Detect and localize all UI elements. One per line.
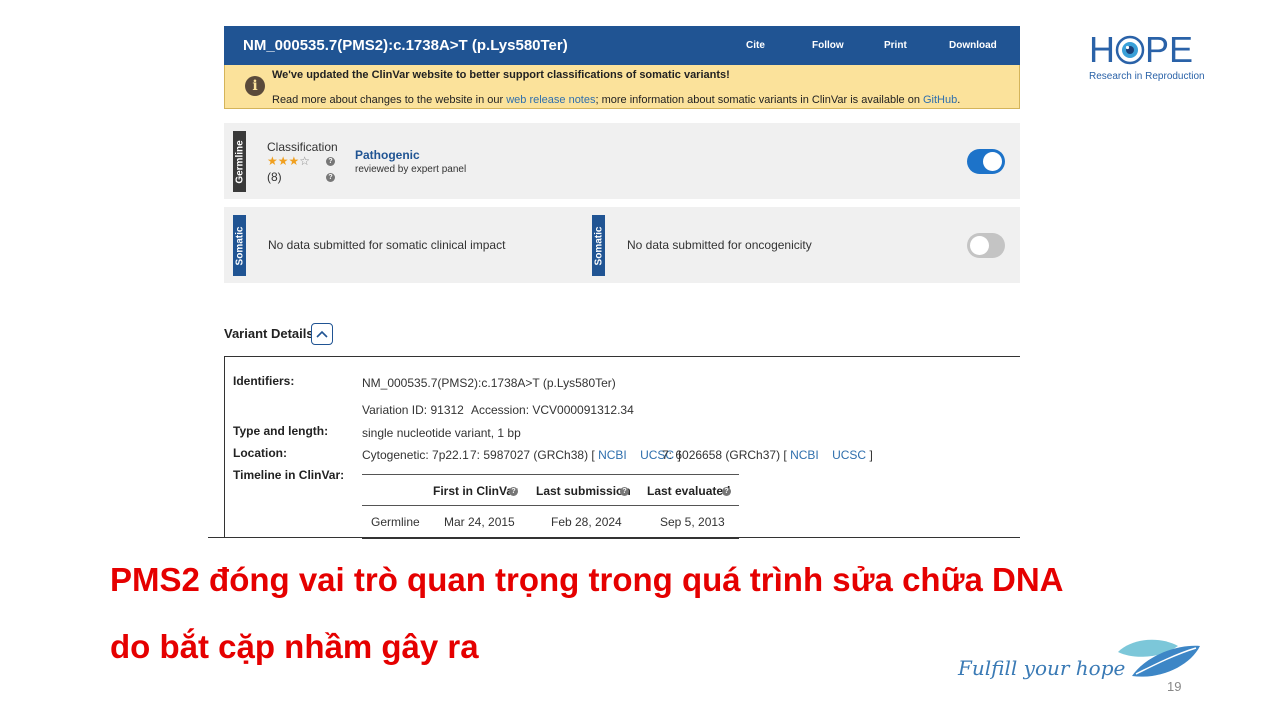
divider [208,537,1020,538]
submission-count: (8) [267,170,282,184]
somatic-tag: Somatic [233,215,246,276]
timeline-label: Timeline in ClinVar: [233,468,345,482]
location-label: Location: [233,446,287,460]
identifiers-value: NM_000535.7(PMS2):c.1738A>T (p.Lys580Ter… [362,376,616,390]
cytogenetic: Cytogenetic: 7p22.1 [362,448,469,462]
review-status: reviewed by expert panel [355,164,467,175]
last-evaluated: Sep 5, 2013 [660,515,725,529]
somatic-panel: Somatic No data submitted for somatic cl… [224,207,1020,283]
somatic-clinical-impact: No data submitted for somatic clinical i… [268,238,506,252]
somatic-toggle[interactable] [967,233,1005,258]
chevron-up-icon [316,330,328,338]
help-icon[interactable]: ? [326,173,335,182]
tagline: Fulfill your hope [958,656,1126,680]
classification-label: Classification [267,140,338,154]
somatic-tag: Somatic [592,215,605,276]
star-filled-icon: ★ [288,154,300,168]
leaf-logo-icon [1114,636,1202,685]
notice-details: Read more about changes to the website i… [272,94,960,106]
type-value: single nucleotide variant, 1 bp [362,426,521,440]
germline-toggle[interactable] [967,149,1005,174]
bracket: ] [866,448,873,462]
github-link[interactable]: GitHub [923,94,957,106]
timeline-type: Germline [371,515,420,529]
update-notice: i We've updated the ClinVar website to b… [224,65,1020,109]
cite-button[interactable]: Cite [746,40,765,51]
clinvar-header: NM_000535.7(PMS2):c.1738A>T (p.Lys580Ter… [224,26,1020,65]
variant-title: NM_000535.7(PMS2):c.1738A>T (p.Lys580Ter… [243,37,568,54]
notice-text: ; more information about somatic variant… [595,94,923,106]
help-icon[interactable]: ? [620,487,629,496]
toggle-knob [970,236,989,255]
toggle-knob [983,152,1002,171]
timeline-header: Last submission [536,484,631,498]
logo-subtitle: Research in Reproduction [1089,71,1205,82]
timeline-table: First in ClinVar ? Last submission ? Las… [362,474,739,539]
collapse-button[interactable] [311,323,333,345]
ucsc-link[interactable]: UCSC [832,448,866,462]
info-icon: i [245,76,265,96]
variation-id: Variation ID: 91312 [362,403,464,417]
germline-tag-label: Germline [234,139,245,184]
grch37-location: 7: 6026658 (GRCh37) [ NCBI UCSC ] [662,448,873,462]
first-in-clinvar: Mar 24, 2015 [444,515,515,529]
timeline-header-row: First in ClinVar ? Last submission ? Las… [362,475,739,506]
star-empty-icon: ☆ [299,154,311,168]
germline-tag: Germline [233,131,246,192]
notice-headline: We've updated the ClinVar website to bet… [272,69,730,81]
classification-status[interactable]: Pathogenic [355,148,420,162]
germline-panel: Germline Classification ★★★☆ ? (8) ? Pat… [224,123,1020,199]
release-notes-link[interactable]: web release notes [506,94,595,106]
type-label: Type and length: [233,424,329,438]
star-filled-icon: ★ [267,154,278,168]
slide-heading-line1: PMS2 đóng vai trò quan trọng trong quá t… [110,561,1064,598]
star-filled-icon: ★ [277,154,289,168]
logo-letter: H [1089,29,1115,70]
variant-details-title: Variant Details [224,326,314,341]
review-stars: ★★★☆ [267,154,310,168]
last-submission: Feb 28, 2024 [551,515,622,529]
somatic-oncogenicity: No data submitted for oncogenicity [627,238,812,252]
ncbi-link[interactable]: NCBI [598,448,627,462]
somatic-tag-label: Somatic [593,226,604,265]
ncbi-link[interactable]: NCBI [790,448,819,462]
help-icon[interactable]: ? [509,487,518,496]
identifiers-label: Identifiers: [233,374,295,388]
page-number: 19 [1167,679,1182,694]
hope-logo: H PE [1089,31,1193,72]
notice-text: Read more about changes to the website i… [272,94,507,106]
download-button[interactable]: Download [949,40,997,51]
grch37-coords: 7: 6026658 (GRCh37) [ [662,448,791,462]
help-icon[interactable]: ? [722,487,731,496]
accession: Accession: VCV000091312.34 [471,403,634,417]
slide-heading-line2: do bắt cặp nhầm gây ra [110,628,479,665]
eye-icon [1115,34,1145,72]
somatic-tag-label: Somatic [234,226,245,265]
print-button[interactable]: Print [884,40,907,51]
notice-text: . [957,94,961,106]
follow-button[interactable]: Follow [812,40,844,51]
grch38-coords: 7: 5987027 (GRCh38) [ [470,448,599,462]
timeline-header: Last evaluated [647,484,731,498]
help-icon[interactable]: ? [326,157,335,166]
logo-letters: PE [1145,29,1194,70]
grch38-location: 7: 5987027 (GRCh38) [ NCBI UCSC ] [470,448,681,462]
timeline-header: First in ClinVar [433,484,518,498]
